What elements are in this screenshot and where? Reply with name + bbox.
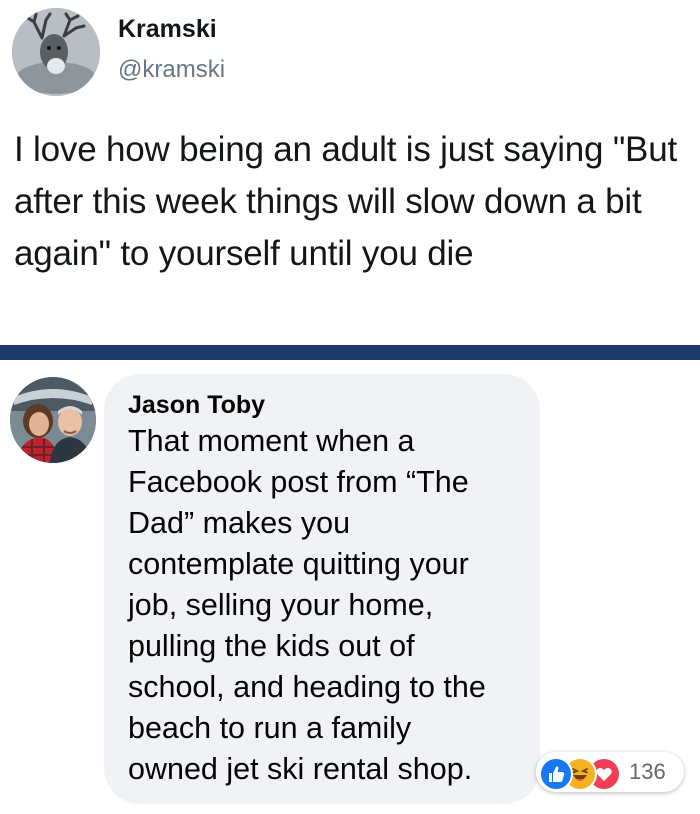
- comment-text: That moment when a Facebook post from “T…: [128, 424, 486, 786]
- tweet: Kramski @kramski I love how being an adu…: [0, 0, 700, 345]
- reaction-count: 136: [629, 759, 666, 784]
- comment-bubble: Jason Toby That moment when a Facebook p…: [104, 374, 540, 804]
- like-icon: [539, 757, 573, 791]
- screenshot: Kramski @kramski I love how being an adu…: [0, 0, 700, 814]
- tweet-display-name[interactable]: Kramski: [118, 15, 217, 44]
- reactions-summary[interactable]: 136: [536, 752, 684, 792]
- commenter-avatar[interactable]: [10, 377, 96, 463]
- tweet-text: I love how being an adult is just saying…: [14, 130, 677, 273]
- tweet-avatar[interactable]: [12, 8, 100, 96]
- commenter-name[interactable]: Jason Toby: [128, 391, 265, 420]
- couple-photo-icon: [10, 377, 96, 463]
- tweet-handle[interactable]: @kramski: [118, 56, 225, 84]
- section-divider: [0, 345, 700, 360]
- reindeer-photo-icon: [12, 8, 100, 96]
- facebook-comment: Jason Toby That moment when a Facebook p…: [0, 360, 700, 814]
